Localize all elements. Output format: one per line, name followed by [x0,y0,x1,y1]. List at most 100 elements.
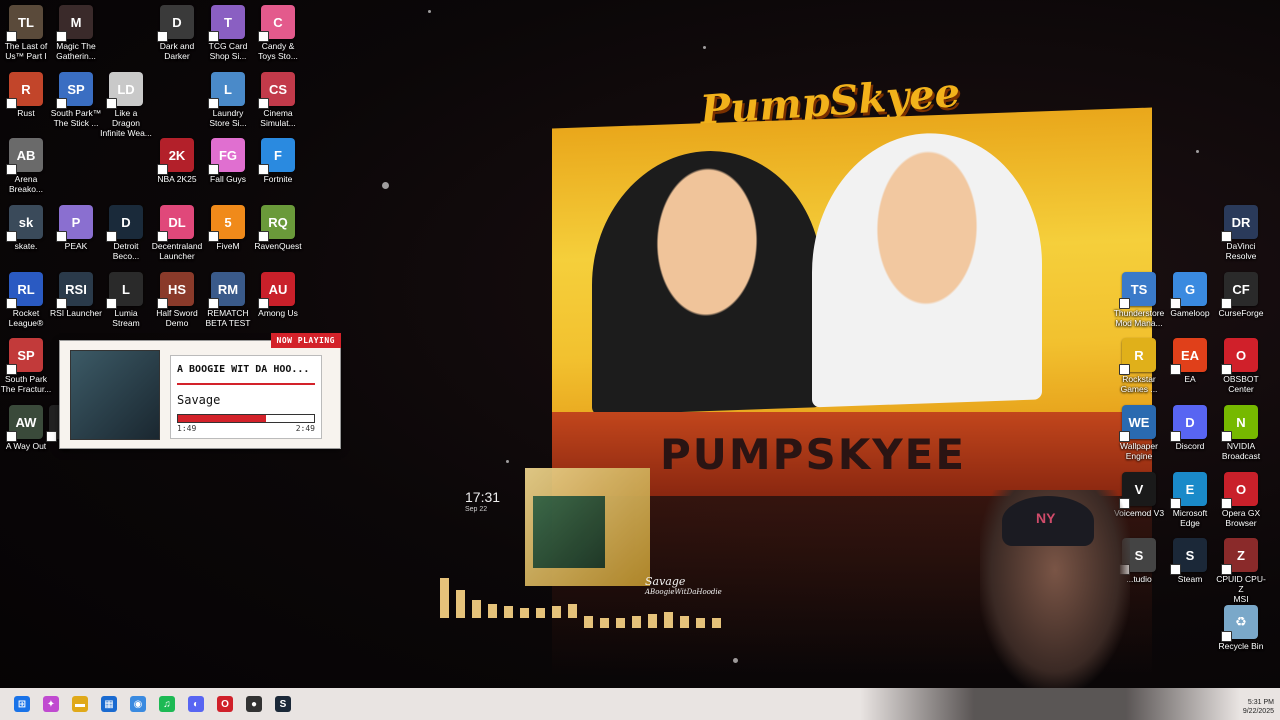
desktop-icon-right-7[interactable]: WE Wallpaper Engine [1113,405,1165,461]
snow-particle [428,10,431,13]
app-icon-glyph: R [21,81,31,97]
desktop-icon-label: Laundry Store Si... [209,108,247,128]
opera-gx-icon-glyph: O [217,696,233,712]
shortcut-arrow-icon [1221,564,1232,575]
desktop-icon-right-3[interactable]: CF CurseForge [1215,272,1267,318]
desktop-icon-left-21[interactable]: RSI RSI Launcher [50,272,102,318]
desktop-icon-left-15[interactable]: P PEAK [50,205,102,251]
cap-logo: NY [1036,510,1056,526]
shortcut-arrow-icon [1170,564,1181,575]
discord-icon[interactable]: ◐ [182,690,210,718]
tray-date: 9/22/2025 [1242,708,1274,715]
shortcut-arrow-icon [46,431,57,442]
progress-fill [178,415,267,422]
app-icon: S [1170,538,1207,575]
copilot-icon[interactable]: ✦ [37,690,65,718]
app-icon: C [258,5,295,42]
desktop-icon-right-14[interactable]: S Steam [1164,538,1216,584]
desktop-icon-left-3[interactable]: T TCG Card Shop Si... [202,5,254,61]
start-button[interactable]: ⊞ [8,690,36,718]
desktop-icon-left-20[interactable]: RL Rocket League® [0,272,52,328]
desktop-icon-left-1[interactable]: M Magic The Gatherin... [50,5,102,61]
desktop-icon-right-15[interactable]: Z CPUID CPU-Z MSI [1215,538,1267,604]
app-icon: D [1170,405,1207,442]
app-icon: R [6,72,43,109]
desktop-icon-left-18[interactable]: 5 FiveM [202,205,254,251]
desktop-icon-left-9[interactable]: CS Cinema Simulat... [252,72,304,128]
desktop-icon-left-16[interactable]: D Detroit Beco... [100,205,152,261]
visualizer-bar [632,616,641,628]
desktop-icon-right-11[interactable]: E Microsoft Edge [1164,472,1216,528]
app-icon-glyph: R [1134,347,1144,363]
shortcut-arrow-icon [258,98,269,109]
desktop-icon-left-25[interactable]: AU Among Us [252,272,304,318]
shortcut-arrow-icon [1221,431,1232,442]
chrome-icon[interactable]: ◉ [124,690,152,718]
desktop-icon-label: Fall Guys [210,174,246,184]
desktop-icon-left-23[interactable]: HS Half Sword Demo [151,272,203,328]
desktop-icon-left-11[interactable]: FG Fall Guys [202,138,254,184]
desktop-icon-right-0[interactable]: DR DaVinci Resolve [1215,205,1267,261]
desktop-icon-left-13[interactable]: AB Arena Breako... [0,138,52,194]
shortcut-arrow-icon [6,298,17,309]
album-cube-art [533,496,605,568]
app-icon: SP [6,338,43,375]
desktop-icon-right-8[interactable]: D Discord [1164,405,1216,451]
divider [177,383,315,385]
shortcut-arrow-icon [1221,364,1232,375]
app-icon-glyph: G [1184,281,1196,297]
desktop-icon-left-0[interactable]: TL The Last of Us™ Part I [0,5,52,61]
app-icon-glyph: FG [218,147,238,163]
opera-gx-icon[interactable]: O [211,690,239,718]
file-explorer-icon[interactable]: ▬ [66,690,94,718]
desk-text: PUMPSKYEE [660,430,967,479]
desktop-icon-left-4[interactable]: C Candy & Toys Sto... [252,5,304,61]
desktop-icon-left-26[interactable]: SP South Park The Fractur... [0,338,52,394]
desktop-icon-right-1[interactable]: TS Thunderstore Mod Mana... [1113,272,1165,328]
app-icon: ♻ [1221,605,1258,642]
app-icon: sk [6,205,43,242]
obs-icon[interactable]: ● [240,690,268,718]
desktop-icon-right-16[interactable]: ♻ Recycle Bin [1215,605,1267,651]
desktop-icon-left-24[interactable]: RM REMATCH BETA TEST [202,272,254,328]
app-icon-glyph: S [1134,547,1144,563]
app-icon-glyph: DL [168,214,186,230]
progress-bar[interactable] [177,414,315,423]
desktop-icon-label: OBSBOT Center [1223,374,1259,394]
store-icon[interactable]: ▦ [95,690,123,718]
desktop-icon-left-22[interactable]: L Lumia Stream [100,272,152,328]
desktop-icon-left-7[interactable]: LD Like a Dragon Infinite Wea... [100,72,152,138]
shortcut-arrow-icon [1221,631,1232,642]
desktop-icon-label: Recycle Bin [1218,641,1264,651]
desktop-icon-left-5[interactable]: R Rust [0,72,52,118]
track-title: Savage [177,393,221,407]
desktop-icon-label: Half Sword Demo [156,308,198,328]
desktop-icon-left-19[interactable]: RQ RavenQuest [252,205,304,251]
app-icon-glyph: TL [18,14,34,30]
desktop-icon-left-12[interactable]: F Fortnite [252,138,304,184]
now-playing-widget[interactable]: NOW PLAYING A BOOGIE WIT DA HOO... Savag… [59,333,341,449]
desktop-icon-left-14[interactable]: sk skate. [0,205,52,251]
desktop-icon-left-17[interactable]: DL Decentraland Launcher [151,205,203,261]
desktop-icon-left-10[interactable]: 2K NBA 2K25 [151,138,203,184]
desktop-icon-right-5[interactable]: EA EA [1164,338,1216,384]
desktop-icon-left-2[interactable]: D Dark and Darker [151,5,203,61]
desktop-icon-left-6[interactable]: SP South Park™ The Stick ... [50,72,102,128]
steam-icon[interactable]: S [269,690,297,718]
shortcut-arrow-icon [208,31,219,42]
system-clock[interactable]: 5:31 PM 9/22/2025 [1243,698,1274,716]
desktop-icon-left-8[interactable]: L Laundry Store Si... [202,72,254,128]
desktop-icon-right-2[interactable]: G Gameloop [1164,272,1216,318]
desktop-icon-right-12[interactable]: O Opera GX Browser [1215,472,1267,528]
shortcut-arrow-icon [6,231,17,242]
desktop-icon-label: Decentraland Launcher [151,241,203,261]
app-icon-glyph: sk [18,214,34,230]
shortcut-arrow-icon [258,164,269,175]
desktop-icon-label: Candy & Toys Sto... [258,41,298,61]
desktop-icon-right-4[interactable]: R Rockstar Games ... [1113,338,1165,394]
spotify-icon[interactable]: ♫ [153,690,181,718]
desktop-icon-right-6[interactable]: O OBSBOT Center [1215,338,1267,394]
desktop-icon-label: Gameloop [1170,308,1210,318]
desktop-icon-right-9[interactable]: N NVIDIA Broadcast [1215,405,1267,461]
desktop-icon-label: Among Us [258,308,298,318]
